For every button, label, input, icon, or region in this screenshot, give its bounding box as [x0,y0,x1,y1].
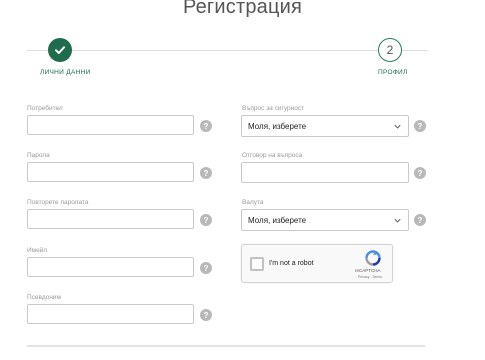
help-icon[interactable]: ? [200,262,212,274]
chevron-down-icon [394,124,401,129]
password-label: Парола [27,152,50,159]
help-icon[interactable]: ? [200,214,212,226]
security-answer-label: Отговор на въпроса [242,152,303,159]
step-label-personal-data: ЛИЧНИ ДАННИ [40,69,91,76]
currency-value: Моля, изберете [248,215,307,225]
password-input[interactable] [27,162,194,182]
divider [27,345,425,347]
help-icon[interactable]: ? [414,120,426,132]
repeat-password-input[interactable] [27,209,194,229]
help-icon[interactable]: ? [200,167,212,179]
recaptcha-checkbox[interactable] [250,257,264,271]
page-title: Регистрация [182,0,303,18]
recaptcha-brand: reCAPTCHA [355,268,381,273]
help-icon[interactable]: ? [200,309,212,321]
currency-label: Валута [242,199,264,206]
step-personal-data[interactable] [48,38,72,62]
step-label-profile: ПРОФИЛ [378,69,408,76]
chevron-down-icon [394,218,401,223]
security-question-label: Въпрос за сигурност [242,105,305,112]
nickname-label: Псевдоним [27,294,62,301]
step-number: 2 [386,43,394,57]
recaptcha-label: I'm not a robot [269,260,314,267]
email-input[interactable] [27,257,194,277]
username-input[interactable] [27,115,194,135]
repeat-password-label: Повторете паролата [27,199,89,206]
email-label: Имейл [27,247,48,254]
recaptcha-terms-link[interactable]: Privacy - Terms [358,275,382,279]
check-icon [55,46,65,54]
help-icon[interactable]: ? [414,167,426,179]
recaptcha-logo-icon [365,250,381,266]
step-profile[interactable]: 2 [378,38,402,62]
security-question-value: Моля, изберете [248,121,307,131]
stepper-line [27,50,428,51]
username-label: Потребител [27,105,63,112]
security-answer-input[interactable] [241,162,409,183]
recaptcha-widget: I'm not a robot reCAPTCHA Privacy - Term… [241,244,393,283]
currency-select[interactable]: Моля, изберете [241,209,409,231]
nickname-input[interactable] [27,304,194,324]
security-question-select[interactable]: Моля, изберете [241,115,409,137]
help-icon[interactable]: ? [200,120,212,132]
help-icon[interactable]: ? [414,214,426,226]
